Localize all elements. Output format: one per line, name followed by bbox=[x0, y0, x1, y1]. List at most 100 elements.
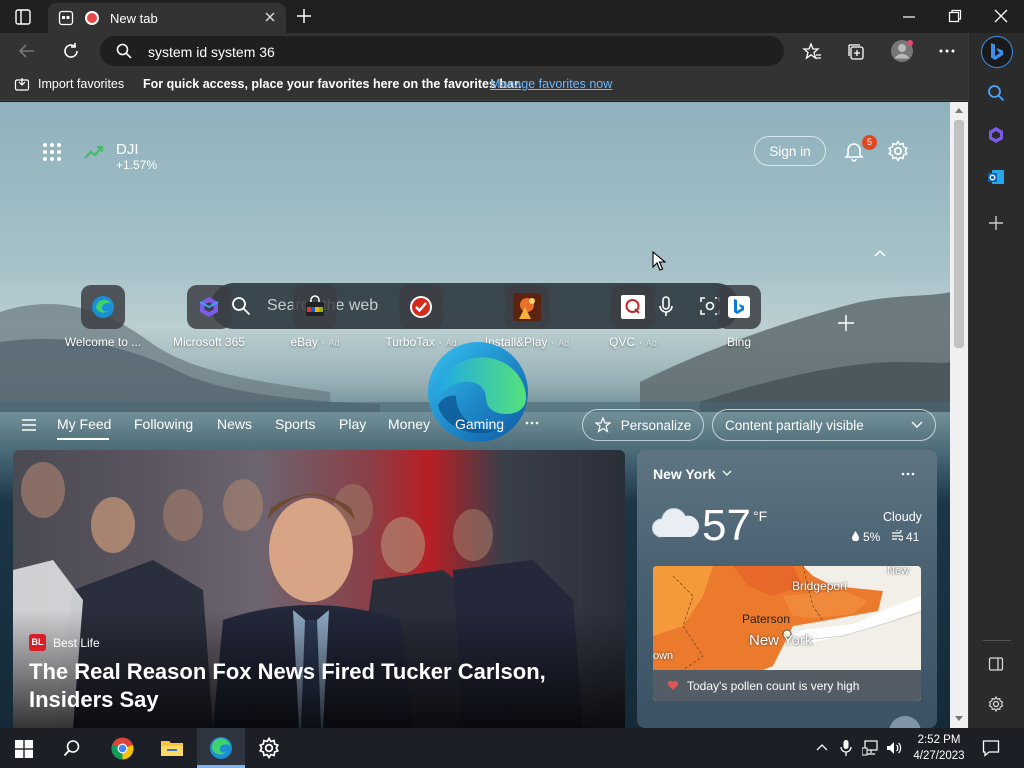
tab-my-feed[interactable]: My Feed bbox=[57, 416, 111, 432]
weather-card[interactable]: New York 57 °F Cloudy 5% 41 Bridgeport P… bbox=[637, 450, 937, 728]
page-settings-gear-icon[interactable] bbox=[887, 140, 909, 162]
windows-start-icon[interactable] bbox=[15, 740, 33, 758]
file-explorer-icon[interactable] bbox=[160, 738, 184, 758]
profile-avatar-icon[interactable] bbox=[890, 39, 914, 63]
tab-news[interactable]: News bbox=[217, 416, 252, 432]
tab-sports[interactable]: Sports bbox=[275, 416, 315, 432]
news-card[interactable]: BL Best Life The Real Reason Fox News Fi… bbox=[13, 450, 625, 728]
taskbar-edge-active[interactable] bbox=[197, 728, 245, 768]
back-icon[interactable] bbox=[18, 42, 36, 60]
scrollbar-thumb[interactable] bbox=[954, 120, 964, 348]
quick-link-ebay[interactable]: eBay · Ad bbox=[265, 285, 365, 349]
import-favorites-icon[interactable] bbox=[14, 77, 30, 93]
bing-chat-icon[interactable] bbox=[981, 36, 1013, 68]
quick-link-bing[interactable]: Bing bbox=[689, 285, 789, 349]
scroll-down-icon[interactable] bbox=[955, 716, 963, 722]
volume-icon[interactable] bbox=[886, 740, 902, 756]
tab-gaming[interactable]: Gaming bbox=[455, 416, 504, 432]
location-chevron-icon[interactable] bbox=[722, 470, 732, 477]
feed-menu-icon[interactable] bbox=[21, 418, 37, 432]
workspaces-icon[interactable] bbox=[58, 10, 74, 26]
browser-tab[interactable]: New tab bbox=[48, 3, 286, 33]
ebay-bag-icon bbox=[293, 285, 337, 329]
clock-date: 4/27/2023 bbox=[913, 750, 965, 762]
edge-taskbar-icon bbox=[209, 736, 233, 760]
network-icon[interactable] bbox=[862, 740, 880, 756]
microphone-tray-icon[interactable] bbox=[840, 739, 852, 757]
more-options-icon[interactable] bbox=[938, 48, 956, 54]
news-headline[interactable]: The Real Reason Fox News Fired Tucker Ca… bbox=[29, 658, 609, 714]
minimize-icon[interactable] bbox=[902, 10, 916, 24]
new-tab-icon[interactable] bbox=[296, 8, 312, 24]
tab-actions-icon[interactable] bbox=[14, 8, 32, 26]
pollen-banner[interactable]: Today's pollen count is very high bbox=[653, 670, 921, 701]
microsoft-365-icon bbox=[187, 285, 231, 329]
stock-ticker[interactable]: DJI +1.57% bbox=[116, 141, 157, 172]
refresh-icon[interactable] bbox=[62, 42, 80, 60]
weather-condition: Cloudy bbox=[883, 510, 922, 524]
tab-money[interactable]: Money bbox=[388, 416, 430, 432]
manage-favorites-link[interactable]: Manage favorites now bbox=[490, 77, 612, 91]
weather-more-icon[interactable] bbox=[901, 472, 915, 476]
weather-unit[interactable]: °F bbox=[753, 508, 767, 524]
personalize-label: Personalize bbox=[620, 417, 692, 433]
weather-wind: 41 bbox=[906, 530, 920, 544]
recording-icon bbox=[84, 10, 100, 26]
weather-scroll-button[interactable] bbox=[889, 716, 921, 728]
notification-center-icon[interactable] bbox=[982, 739, 1000, 757]
collapse-chevron-icon[interactable] bbox=[873, 248, 887, 258]
scroll-up-icon[interactable] bbox=[955, 107, 963, 113]
tab-following[interactable]: Following bbox=[134, 416, 193, 432]
ad-badge: Ad bbox=[558, 338, 570, 348]
pollen-text: Today's pollen count is very high bbox=[687, 679, 860, 693]
cloudy-icon bbox=[651, 505, 699, 539]
notification-count-badge: 5 bbox=[862, 135, 877, 150]
sidebar-outlook-icon[interactable] bbox=[987, 168, 1005, 186]
address-text: system id system 36 bbox=[148, 44, 275, 60]
more-tabs-icon[interactable] bbox=[525, 421, 539, 425]
weather-precipitation: 5% bbox=[863, 530, 881, 544]
address-bar[interactable]: system id system 36 bbox=[100, 36, 784, 66]
favorites-star-icon[interactable] bbox=[802, 42, 822, 62]
sidebar-search-icon[interactable] bbox=[987, 84, 1005, 102]
system-clock[interactable]: 2:52 PM 4/27/2023 bbox=[908, 732, 970, 764]
quick-link-qvc[interactable]: QVC · Ad bbox=[583, 285, 683, 349]
add-quick-link-icon[interactable] bbox=[837, 314, 855, 332]
quick-link-label-wrap: eBay · Ad bbox=[290, 335, 340, 349]
chrome-icon[interactable] bbox=[111, 737, 134, 760]
collections-icon[interactable] bbox=[846, 42, 866, 62]
import-favorites-link[interactable]: Import favorites bbox=[38, 77, 124, 91]
wind-icon bbox=[891, 530, 903, 541]
quick-link-label-wrap: QVC · Ad bbox=[609, 335, 657, 349]
tray-chevron-up-icon[interactable] bbox=[816, 743, 828, 751]
apps-launcher-icon[interactable] bbox=[42, 142, 62, 162]
sign-in-button[interactable]: Sign in bbox=[754, 136, 826, 166]
sidebar-settings-icon[interactable] bbox=[988, 696, 1004, 712]
close-window-icon[interactable] bbox=[994, 9, 1008, 23]
quick-link-label: Bing bbox=[726, 335, 752, 349]
source-badge: BL bbox=[29, 634, 46, 651]
chevron-down-icon bbox=[911, 421, 923, 429]
content-visibility-label: Content partially visible bbox=[725, 417, 864, 433]
pollen-map[interactable]: Bridgeport Paterson New York New own Tod… bbox=[653, 566, 921, 701]
restore-icon[interactable] bbox=[948, 9, 962, 23]
weather-location[interactable]: New York bbox=[653, 466, 716, 482]
content-visibility-dropdown[interactable]: Content partially visible bbox=[712, 409, 936, 441]
sidebar-office-icon[interactable] bbox=[987, 126, 1005, 144]
personalize-icon bbox=[594, 417, 611, 433]
sidebar-add-icon[interactable] bbox=[988, 215, 1004, 231]
quick-link-label: Welcome to ... bbox=[64, 335, 142, 349]
taskbar-search-icon[interactable] bbox=[63, 739, 81, 757]
active-tab-underline bbox=[57, 438, 109, 440]
personalize-button[interactable]: Personalize bbox=[582, 409, 704, 441]
ticker-symbol: DJI bbox=[116, 141, 139, 158]
settings-gear-taskbar-icon[interactable] bbox=[258, 737, 280, 759]
map-label-new: New bbox=[887, 566, 910, 577]
close-tab-icon[interactable] bbox=[264, 11, 276, 23]
turbotax-icon bbox=[399, 285, 443, 329]
edge-sidebar bbox=[968, 33, 1024, 728]
hide-sidebar-icon[interactable] bbox=[988, 656, 1004, 672]
tab-play[interactable]: Play bbox=[339, 416, 366, 432]
quick-link-welcome[interactable]: Welcome to ... bbox=[53, 285, 153, 349]
quick-link-microsoft-365[interactable]: Microsoft 365 bbox=[159, 285, 259, 349]
